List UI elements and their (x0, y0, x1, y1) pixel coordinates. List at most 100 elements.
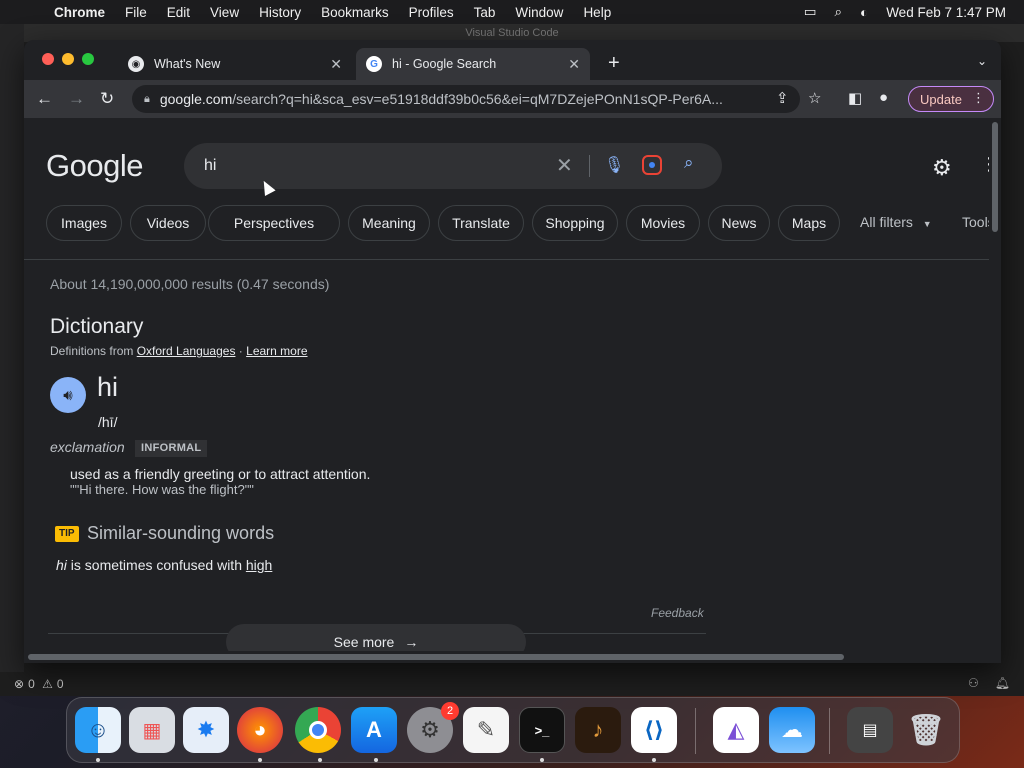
warning-count[interactable]: 0 (57, 677, 64, 691)
control-center-icon[interactable]: ◐ (860, 5, 868, 20)
confused-word: hi (56, 557, 67, 573)
terminal-icon[interactable]: >_ (519, 707, 565, 753)
dictionary-heading: Dictionary (50, 315, 144, 338)
confused-text: is sometimes confused with (66, 557, 246, 573)
chip-perspectives[interactable]: Perspectives (208, 205, 340, 241)
lock-icon[interactable]: 🔒︎ (144, 93, 150, 106)
google-favicon-icon: G (366, 56, 382, 72)
forward-icon[interactable]: → (68, 89, 85, 109)
chip-translate[interactable]: Translate (438, 205, 524, 241)
vertical-scrollbar[interactable] (989, 118, 1001, 663)
firefox-icon[interactable]: ◕ (237, 707, 283, 753)
oxford-languages-link[interactable]: Oxford Languages (137, 344, 236, 358)
vscode-icon[interactable]: ⟨⟩ (631, 707, 677, 753)
safari-icon[interactable]: ✸ (183, 707, 229, 753)
chrome-icon[interactable] (295, 707, 341, 753)
update-button[interactable]: Update ⋮ (908, 86, 994, 112)
minimize-window-button[interactable] (62, 53, 74, 65)
pronunciation-speaker-icon[interactable]: 🔊︎ (50, 377, 86, 413)
textedit-icon[interactable]: ✎ (463, 707, 509, 753)
trash-icon[interactable]: 🗑︎ (903, 707, 949, 753)
chip-meaning[interactable]: Meaning (348, 205, 430, 241)
chip-maps[interactable]: Maps (778, 205, 840, 241)
bookmark-star-icon[interactable]: ☆ (808, 89, 821, 107)
register-badge: INFORMAL (135, 440, 208, 457)
warning-icon[interactable]: ⚠ (39, 677, 53, 691)
launchpad-icon[interactable]: ▦ (129, 707, 175, 753)
menu-help[interactable]: Help (573, 5, 621, 20)
google-lens-icon[interactable] (642, 155, 662, 175)
dictionary-word: hi (97, 372, 119, 402)
side-panel-icon[interactable]: ◧ (848, 89, 862, 107)
profile-icon[interactable]: ● (879, 89, 888, 106)
bell-icon[interactable]: 🔔︎ (995, 676, 1010, 690)
tip-badge: TIP (55, 526, 79, 542)
close-tab-icon[interactable]: ✕ (330, 56, 342, 73)
address-bar[interactable]: 🔒︎ google.com /search?q=hi&sca_esv=e5191… (132, 85, 800, 113)
share-icon[interactable]: ⇪ (776, 89, 789, 107)
menu-view[interactable]: View (200, 5, 249, 20)
search-icon[interactable]: ⌕ (684, 153, 694, 173)
high-link[interactable]: high (246, 557, 272, 573)
tab-search-chevron-icon[interactable]: ⌄ (977, 54, 987, 68)
back-icon[interactable]: ← (36, 89, 53, 109)
gear-icon[interactable]: ⚙ (932, 155, 952, 181)
menu-bookmarks[interactable]: Bookmarks (311, 5, 399, 20)
menu-tab[interactable]: Tab (464, 5, 506, 20)
kebab-menu-icon[interactable]: ⋮ (972, 90, 985, 106)
feedback-link[interactable]: Feedback (651, 606, 704, 620)
close-window-button[interactable] (42, 53, 54, 65)
reload-icon[interactable]: ↻ (100, 89, 114, 109)
menu-window[interactable]: Window (505, 5, 573, 20)
chip-images[interactable]: Images (46, 205, 122, 241)
example-sentence: ""Hi there. How was the flight?"" (70, 482, 254, 497)
phonetic: /hī/ (98, 414, 118, 430)
tab-title: hi - Google Search (392, 57, 497, 71)
error-icon[interactable]: ⊗ (14, 677, 24, 691)
menu-history[interactable]: History (249, 5, 311, 20)
menu-edit[interactable]: Edit (157, 5, 200, 20)
dock-separator (695, 708, 696, 754)
finder-icon[interactable]: ☺ (75, 707, 121, 753)
scrollbar-thumb[interactable] (28, 654, 844, 660)
app-store-icon[interactable]: A (351, 707, 397, 753)
learn-more-link[interactable]: Learn more (246, 344, 307, 358)
weather-icon[interactable]: ☁ (769, 707, 815, 753)
scrollbar-thumb[interactable] (992, 122, 998, 232)
all-filters-button[interactable]: All filters ▼ (860, 214, 932, 230)
menu-profiles[interactable]: Profiles (399, 5, 464, 20)
tab-google-search[interactable]: G hi - Google Search ✕ (356, 48, 590, 80)
zoom-window-button[interactable] (82, 53, 94, 65)
google-logo[interactable]: Google (46, 148, 143, 184)
tab-whats-new[interactable]: ◉ What's New ✕ (118, 48, 352, 80)
update-label: Update (920, 91, 962, 107)
menu-clock[interactable]: Wed Feb 7 1:47 PM (886, 5, 1006, 20)
running-indicator (318, 758, 322, 762)
menu-file[interactable]: File (115, 5, 157, 20)
close-tab-icon[interactable]: ✕ (568, 56, 580, 73)
chip-videos[interactable]: Videos (130, 205, 206, 241)
search-input[interactable]: hi (204, 157, 216, 175)
spotlight-icon[interactable]: ⌕ (834, 4, 842, 20)
menu-app-name[interactable]: Chrome (44, 5, 115, 20)
running-indicator (258, 758, 262, 762)
macos-menu-bar: Chrome File Edit View History Bookmarks … (0, 0, 1024, 24)
downloads-stack-icon[interactable]: ▤ (847, 707, 893, 753)
visual-studio-icon[interactable]: ◭ (713, 707, 759, 753)
chip-news[interactable]: News (708, 205, 770, 241)
chip-movies[interactable]: Movies (626, 205, 700, 241)
new-tab-icon[interactable]: + (608, 52, 620, 75)
account-icon[interactable]: ⚇ (968, 676, 979, 690)
definition-text: used as a friendly greeting or to attrac… (70, 466, 371, 482)
search-box-divider (589, 155, 590, 177)
chip-shopping[interactable]: Shopping (532, 205, 618, 241)
microphone-icon[interactable]: 🎙︎ (604, 155, 624, 175)
header-divider (24, 259, 989, 260)
garageband-icon[interactable]: ♪ (575, 707, 621, 753)
part-of-speech: exclamation (50, 439, 125, 455)
clear-search-icon[interactable]: ✕ (556, 153, 573, 178)
error-count[interactable]: 0 (28, 677, 35, 691)
tools-button[interactable]: Tools (962, 214, 990, 230)
horizontal-scrollbar[interactable] (24, 651, 989, 663)
screen-mirroring-icon[interactable]: ▭ (804, 4, 817, 20)
